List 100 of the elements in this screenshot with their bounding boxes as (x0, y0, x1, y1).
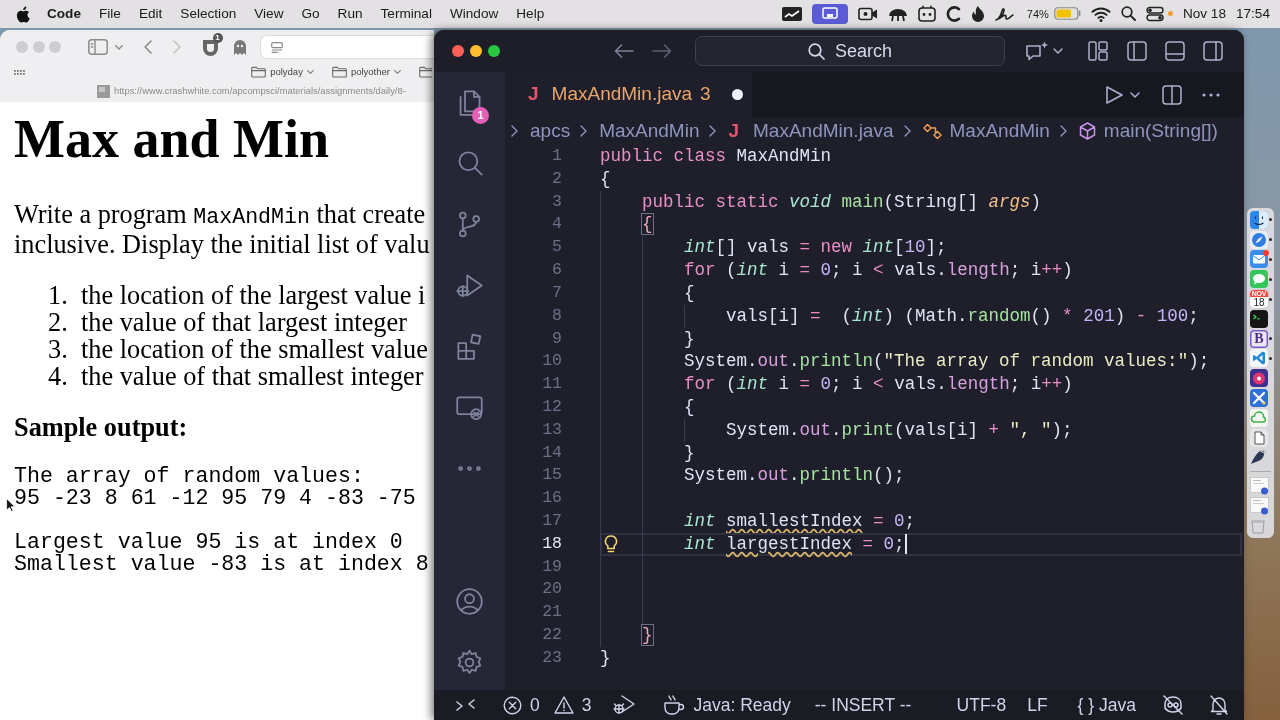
ghost-icon[interactable] (232, 39, 247, 55)
disc-icon[interactable] (1250, 369, 1268, 388)
extensions-icon[interactable] (455, 332, 484, 361)
address-field[interactable] (259, 35, 434, 59)
document-icon[interactable] (1250, 428, 1268, 447)
apple-icon[interactable] (16, 5, 30, 23)
chevron-right-icon (1059, 125, 1067, 137)
more-icon[interactable] (1202, 92, 1220, 97)
status-item[interactable]: -- INSERT -- (814, 691, 912, 719)
minimize-button[interactable] (470, 45, 482, 57)
cube-icon (1078, 122, 1096, 140)
menu-bar-clock: 17:54 (1235, 4, 1270, 23)
mouse-pointer-icon (6, 498, 15, 512)
lightbulb-icon[interactable] (604, 534, 618, 553)
bird-icon[interactable] (1250, 448, 1268, 467)
menu-item[interactable]: File (90, 3, 130, 25)
shield-icon[interactable] (201, 37, 219, 57)
status-item[interactable]: LF (1027, 691, 1048, 719)
account-icon[interactable] (455, 587, 484, 616)
forward-arrow-icon[interactable] (652, 43, 672, 59)
sample-output-text: Largest value 95 is at index 0 Smallest value -83 is at index 8 (14, 531, 430, 575)
letter-tile-icon[interactable]: B (1250, 329, 1268, 348)
menu-item[interactable]: Window (440, 3, 508, 25)
smiling-face-icon[interactable] (1250, 210, 1268, 229)
search-icon[interactable] (1120, 6, 1136, 22)
split-editor-icon[interactable] (1162, 84, 1182, 105)
code-line: } (600, 646, 611, 670)
status-item[interactable]: { } Java (1077, 691, 1136, 719)
dome-icon[interactable] (887, 6, 908, 22)
cloud-outline-icon[interactable] (1250, 408, 1268, 427)
sample-output-text: The array of random values: 95 -23 8 61 -12 95 79 4 -83 -75 (14, 465, 417, 509)
bookmark-folder[interactable]: polyother (331, 64, 401, 80)
video-camera-icon[interactable] (857, 6, 878, 22)
menu-item[interactable]: Run (328, 3, 372, 25)
chevron-right-icon (511, 125, 518, 137)
chevron-right-icon (580, 125, 588, 137)
menu-item[interactable]: Selection (171, 3, 246, 25)
arc-icon[interactable] (945, 6, 961, 22)
menu-item[interactable]: Go (292, 3, 329, 25)
breadcrumb-item[interactable]: J MaxAndMin.java (728, 116, 894, 146)
sidebar-right-icon[interactable] (1203, 41, 1223, 61)
line-number: 12 (541, 395, 562, 418)
code-line: for (int i = 0; i < vals.length; i++) (684, 259, 1073, 282)
envelope-icon[interactable] (1250, 250, 1268, 269)
sidebar-icon[interactable] (87, 39, 108, 55)
chevron-down-icon[interactable] (1130, 91, 1140, 98)
close-button[interactable] (452, 45, 464, 57)
control-center-icon[interactable] (1145, 6, 1164, 22)
document-thumbnail-icon[interactable] (1250, 497, 1269, 516)
problems-status[interactable]: 0 3 (503, 691, 592, 719)
chat-sparkle-icon[interactable] (1026, 41, 1049, 61)
reader-icon[interactable] (270, 41, 283, 53)
code-line: } (684, 327, 695, 351)
code-line: System.out.println("The array of random values:"); (684, 350, 1210, 374)
assignment-paragraph: Write a program MaxAndMin that create inclusive. Display the initial list of valu (14, 201, 431, 258)
crossed-tools-icon[interactable] (1250, 389, 1268, 408)
folder-icon[interactable] (419, 66, 432, 78)
menu-item[interactable]: View (245, 3, 293, 25)
bookmark-folder[interactable]: polyday (251, 64, 314, 80)
remote-icon[interactable] (456, 698, 475, 712)
java-status[interactable]: Java: Ready (663, 691, 791, 719)
panel-bottom-icon[interactable] (1165, 41, 1185, 61)
breadcrumb-item[interactable]: apcs (530, 116, 571, 146)
menu-item[interactable]: Edit (129, 3, 172, 25)
code-line: System.out.print(vals[i] + ", "); (726, 418, 1073, 442)
robot-face-icon[interactable] (917, 5, 936, 23)
command-center-search[interactable]: Search (695, 36, 1005, 66)
chevron-down-icon[interactable] (1053, 48, 1063, 54)
settings-icon[interactable] (455, 648, 484, 677)
apps-grid-icon[interactable] (14, 69, 25, 75)
wifi-icon[interactable] (1090, 6, 1111, 22)
bell-slash-icon[interactable] (1210, 695, 1228, 715)
menu-item[interactable]: Help (507, 3, 554, 25)
robot-slash-icon[interactable] (1162, 695, 1184, 715)
line-number: 7 (551, 281, 562, 304)
monitor-icon[interactable] (811, 4, 848, 24)
code-line: int smallestIndex = 0; (684, 510, 916, 533)
extension-badge: 1 (212, 32, 223, 43)
document-thumbnail-icon[interactable] (1250, 477, 1269, 496)
breadcrumb-item[interactable]: MaxAndMin (922, 116, 1050, 146)
list-number: 2. (47, 309, 69, 336)
zoom-button[interactable] (488, 45, 500, 57)
bug-play-icon[interactable] (613, 695, 636, 715)
app-menu[interactable]: Code (38, 3, 90, 25)
unsaved-dot-icon[interactable] (731, 89, 743, 100)
editor-tab[interactable]: J MaxAndMin.java 3 (505, 72, 752, 117)
layout-grid-icon[interactable] (1088, 41, 1108, 61)
sidebar-left-icon[interactable] (1127, 41, 1147, 61)
run-icon[interactable] (1104, 84, 1124, 105)
breadcrumb-item[interactable]: MaxAndMin (599, 116, 700, 146)
back-arrow-icon[interactable] (614, 43, 634, 59)
menu-item[interactable]: Terminal (371, 3, 441, 25)
code-line: public class MaxAndMin (600, 145, 832, 168)
status-item[interactable]: UTF-8 (956, 691, 1007, 719)
breadcrumb-item[interactable]: main(String[]) (1078, 116, 1218, 146)
flame-icon[interactable] (970, 6, 985, 22)
code-line: { (684, 395, 695, 419)
section-heading: Sample output: (14, 414, 189, 441)
signature-icon[interactable] (994, 6, 1017, 22)
terminal-icon[interactable] (1250, 309, 1268, 328)
